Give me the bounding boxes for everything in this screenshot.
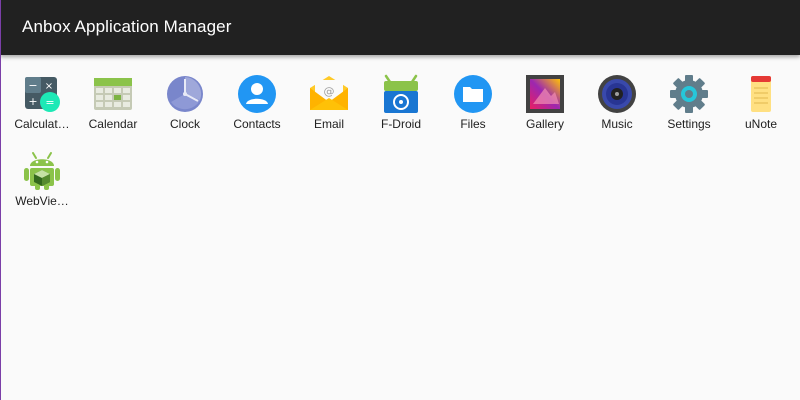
app-calculator[interactable]: − × + = Calculat… xyxy=(6,60,78,132)
app-label: uNote xyxy=(744,117,778,131)
app-label: Calendar xyxy=(88,117,138,131)
calculator-icon: − × + = xyxy=(22,74,62,114)
app-label: WebVie… xyxy=(15,194,69,208)
app-label: Clock xyxy=(169,117,200,131)
app-label: Calculat… xyxy=(14,117,70,131)
email-icon: @ xyxy=(309,74,349,114)
app-gallery[interactable]: Gallery xyxy=(509,60,581,132)
svg-text:@: @ xyxy=(324,85,335,98)
svg-text:=: = xyxy=(45,96,54,109)
settings-icon xyxy=(669,74,709,114)
svg-text:×: × xyxy=(45,81,53,92)
app-title: Anbox Application Manager xyxy=(22,17,232,36)
app-clock[interactable]: Clock xyxy=(149,60,221,132)
app-grid: − × + = Calculat… Calendar Clock Contact… xyxy=(0,55,800,400)
window-left-edge xyxy=(0,0,1,400)
webview-icon xyxy=(22,151,62,191)
fdroid-icon xyxy=(381,74,421,114)
app-label: Music xyxy=(601,117,633,131)
app-contacts[interactable]: Contacts xyxy=(221,60,293,132)
app-email[interactable]: @ Email xyxy=(293,60,365,132)
app-fdroid[interactable]: F-Droid xyxy=(365,60,437,132)
app-label: Settings xyxy=(667,117,711,131)
clock-icon xyxy=(165,74,205,114)
app-label: Contacts xyxy=(233,117,281,131)
svg-text:+: + xyxy=(28,95,37,108)
app-calendar[interactable]: Calendar xyxy=(77,60,149,132)
gallery-icon xyxy=(525,74,565,114)
app-unote[interactable]: uNote xyxy=(725,60,797,132)
app-label: F-Droid xyxy=(380,117,421,131)
files-icon xyxy=(453,74,493,114)
app-settings[interactable]: Settings xyxy=(653,60,725,132)
calendar-icon xyxy=(93,74,133,114)
app-label: Files xyxy=(460,117,486,131)
app-label: Email xyxy=(313,117,344,131)
app-title-bar: Anbox Application Manager xyxy=(0,0,800,55)
app-music[interactable]: Music xyxy=(581,60,653,132)
app-webview[interactable]: WebVie… xyxy=(6,137,78,209)
svg-text:−: − xyxy=(28,79,37,92)
contacts-icon xyxy=(237,74,277,114)
app-files[interactable]: Files xyxy=(437,60,509,132)
music-icon xyxy=(597,74,637,114)
app-label: Gallery xyxy=(525,117,564,131)
unote-icon xyxy=(741,74,781,114)
